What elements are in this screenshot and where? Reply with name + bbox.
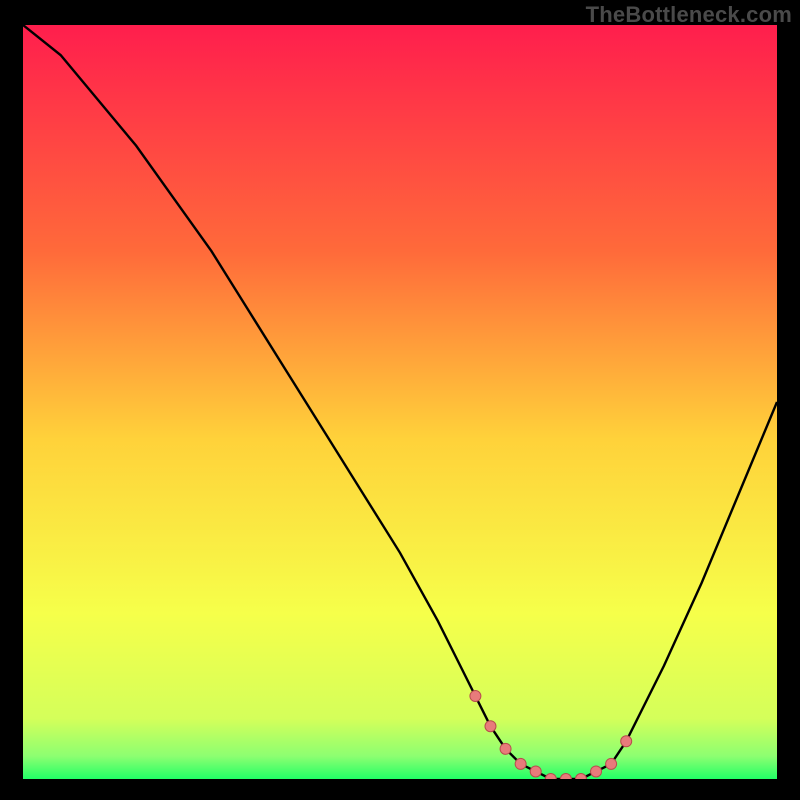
marker-dot — [591, 766, 602, 777]
marker-dot — [530, 766, 541, 777]
marker-dot — [621, 736, 632, 747]
plot-area — [23, 25, 777, 779]
marker-dot — [515, 758, 526, 769]
watermark-text: TheBottleneck.com — [586, 2, 792, 28]
marker-dot — [500, 743, 511, 754]
chart-frame: TheBottleneck.com — [0, 0, 800, 800]
bottleneck-chart — [23, 25, 777, 779]
marker-dot — [485, 721, 496, 732]
marker-dot — [606, 758, 617, 769]
marker-dot — [470, 691, 481, 702]
